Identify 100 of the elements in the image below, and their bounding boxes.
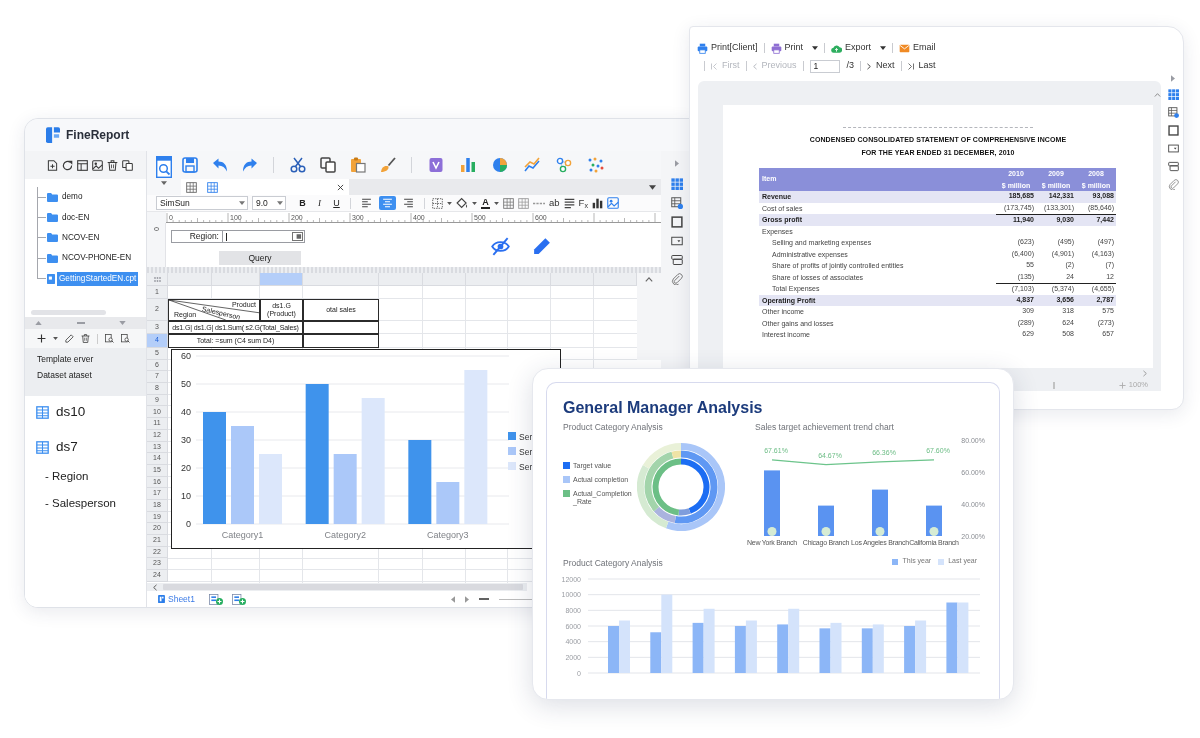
tree-item[interactable]: NCOV-EN — [60, 230, 102, 245]
tree-item[interactable]: demo — [60, 190, 85, 205]
pie-chart-icon[interactable] — [492, 157, 508, 173]
caret-icon[interactable] — [53, 337, 58, 340]
triangle-right-icon[interactable] — [464, 595, 469, 603]
toolbar-button[interactable]: Print[Client] — [697, 41, 758, 55]
scrollbar-thumb[interactable] — [163, 584, 523, 590]
pencil-icon[interactable] — [65, 334, 74, 343]
clipboard-icon[interactable] — [350, 157, 366, 173]
dashed-line-icon[interactable] — [533, 201, 545, 205]
tree-item[interactable]: NCOV-PHONE-EN — [60, 251, 134, 266]
page-input[interactable]: 1 — [809, 59, 840, 73]
close-icon[interactable] — [337, 183, 344, 191]
table-icon[interactable] — [671, 197, 683, 209]
line-chart-icon[interactable] — [524, 157, 540, 173]
tree-item[interactable]: doc-EN — [60, 210, 92, 225]
grid-icon[interactable] — [1167, 89, 1179, 100]
grid-icon[interactable] — [186, 181, 197, 193]
search-document-icon[interactable] — [121, 334, 130, 343]
pencil-icon[interactable] — [533, 237, 551, 255]
dropdown-icon[interactable] — [649, 184, 656, 190]
dataset-item[interactable]: ds7 — [56, 436, 78, 458]
paint-bucket-icon[interactable] — [456, 197, 468, 209]
toolbar-button[interactable]: Print — [770, 41, 819, 55]
handle-icon[interactable] — [76, 322, 85, 324]
font-color-button[interactable]: A — [481, 197, 490, 209]
borders-icon[interactable] — [432, 197, 443, 209]
down-arrow-icon[interactable] — [119, 321, 126, 325]
triangle-left-icon[interactable] — [450, 595, 455, 603]
add-sheet-icon[interactable] — [231, 593, 246, 605]
formula-button[interactable]: F$_{x}$ — [578, 197, 588, 209]
table-icon[interactable] — [1167, 107, 1179, 118]
copy-icon[interactable] — [320, 157, 336, 173]
eye-slash-icon[interactable] — [491, 237, 510, 256]
italic-button[interactable]: I — [313, 196, 326, 210]
square-icon[interactable] — [1167, 125, 1179, 136]
input-field[interactable] — [223, 230, 305, 243]
dataset-item[interactable]: ds10 — [56, 401, 86, 423]
grid-icon[interactable] — [671, 178, 683, 190]
dropdown-box-icon[interactable] — [1167, 143, 1179, 154]
vertical-scrollbar[interactable] — [637, 273, 661, 360]
trash-icon[interactable] — [81, 334, 90, 343]
stack-icon[interactable] — [1167, 161, 1179, 172]
caret-icon[interactable] — [472, 201, 477, 205]
field-item[interactable]: - Region — [45, 468, 146, 484]
refresh-icon[interactable] — [62, 159, 73, 171]
chevron-tile-icon[interactable] — [428, 157, 444, 173]
drag-handle-icon[interactable] — [153, 276, 161, 282]
panel-item[interactable]: Template erver — [37, 351, 146, 367]
toggle-icon[interactable] — [292, 232, 303, 241]
square-icon[interactable] — [671, 216, 683, 228]
add-file-icon[interactable] — [47, 159, 58, 171]
font-select[interactable]: SimSun — [156, 196, 248, 210]
toolbar-button[interactable]: Email — [899, 41, 936, 55]
triangle-right-icon[interactable] — [675, 160, 679, 167]
network-icon[interactable] — [556, 157, 572, 173]
pager-button[interactable]: Last — [907, 59, 936, 73]
chevron-up-icon[interactable] — [1153, 93, 1161, 97]
horizontal-scrollbar[interactable] — [147, 583, 527, 591]
grid-icon[interactable] — [503, 197, 514, 209]
grid-icon[interactable] — [207, 181, 218, 193]
slider-handle-icon[interactable] — [1053, 381, 1055, 389]
up-arrow-icon[interactable] — [35, 321, 42, 325]
pager-button[interactable]: Next — [867, 59, 895, 73]
brush-icon[interactable] — [380, 157, 396, 173]
plus-icon[interactable] — [37, 334, 46, 343]
bold-button[interactable]: B — [296, 196, 309, 210]
font-size-select[interactable]: 9.0 — [252, 196, 286, 210]
scissors-icon[interactable] — [290, 157, 306, 173]
stack-icon[interactable] — [671, 254, 683, 266]
redo-icon[interactable] — [242, 157, 258, 173]
caret-icon[interactable] — [161, 181, 167, 185]
caret-icon[interactable] — [494, 201, 499, 205]
save-icon[interactable] — [182, 157, 198, 173]
panel-item[interactable]: Dataset ataset — [37, 367, 146, 383]
bar-chart-icon[interactable] — [591, 197, 603, 209]
text-style-button[interactable]: ab — [549, 197, 560, 209]
caret-icon[interactable] — [447, 201, 452, 205]
chevron-left-icon[interactable] — [153, 583, 157, 591]
window-icon[interactable] — [77, 159, 88, 171]
undo-icon[interactable] — [212, 157, 228, 173]
query-button[interactable]: Query — [219, 251, 301, 265]
preview-icon[interactable] — [156, 156, 172, 178]
grid-icon[interactable] — [518, 197, 529, 209]
add-sheet-icon[interactable] — [208, 593, 223, 605]
align-center-button[interactable] — [379, 196, 396, 210]
trash-icon[interactable] — [107, 159, 118, 171]
field-item[interactable]: - Salesperson — [45, 495, 146, 511]
paperclip-icon[interactable] — [1167, 179, 1179, 190]
copy-icon[interactable] — [122, 159, 133, 171]
underline-button[interactable]: U — [330, 196, 343, 210]
text-lines-icon[interactable] — [563, 197, 575, 209]
paperclip-icon[interactable] — [671, 273, 683, 285]
toolbar-button[interactable]: Export — [831, 41, 887, 55]
dropdown-box-icon[interactable] — [671, 235, 683, 247]
image-icon[interactable] — [92, 159, 103, 171]
scatter-dots-icon[interactable] — [588, 157, 604, 173]
chevron-up-icon[interactable] — [645, 277, 653, 282]
minus-icon[interactable] — [478, 598, 489, 600]
search-document-icon[interactable] — [105, 334, 114, 343]
